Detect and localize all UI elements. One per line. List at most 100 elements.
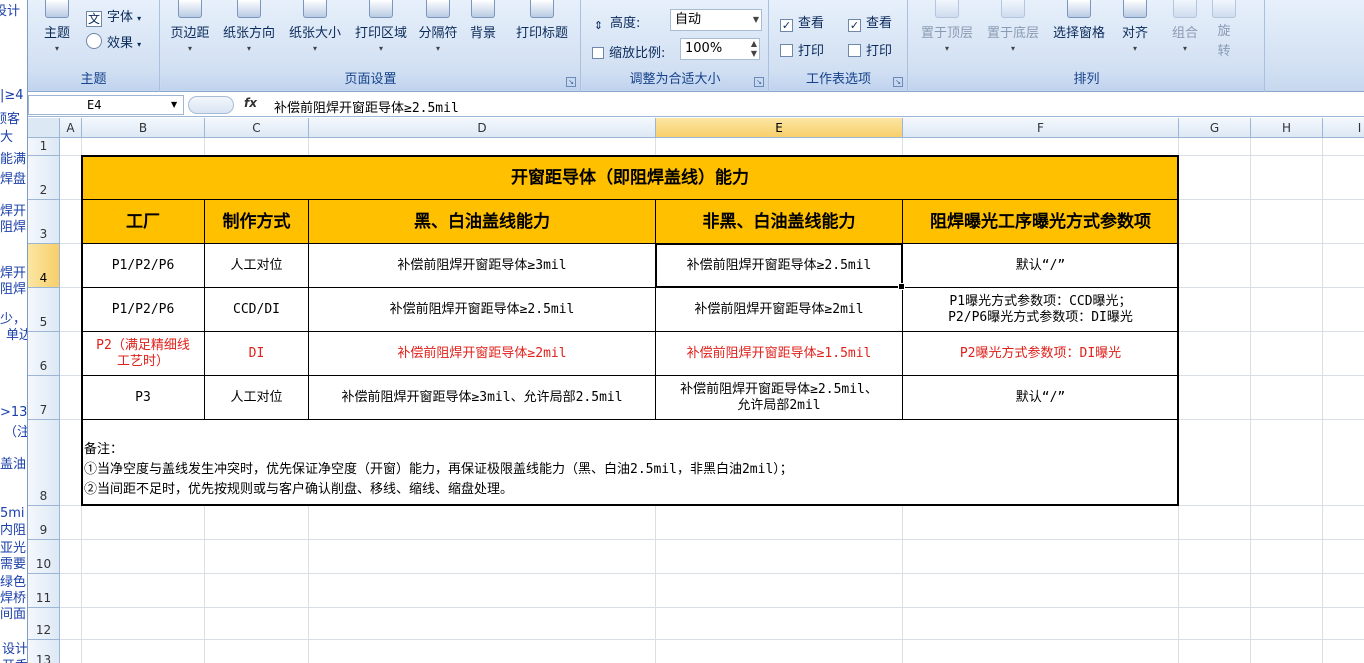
- table-cell[interactable]: 人工对位: [205, 244, 309, 288]
- column-header-b[interactable]: B: [82, 118, 205, 138]
- table-cell[interactable]: 补偿前阻焊开窗距导体≥3mil: [309, 244, 656, 288]
- scale-to-fit-launcher-icon[interactable]: ↘: [754, 77, 764, 87]
- margins-label: 页边距: [170, 26, 210, 41]
- row-header-2[interactable]: 2: [28, 156, 60, 200]
- table-cell[interactable]: DI: [205, 332, 309, 376]
- clipped-text-fragment: |≥4: [0, 88, 24, 103]
- table-cell[interactable]: P2（满足精细线 工艺时）: [82, 332, 205, 376]
- table-header-cell[interactable]: 非黑、白油盖线能力: [656, 200, 903, 244]
- row-header-6[interactable]: 6: [28, 332, 60, 376]
- orientation-button[interactable]: 纸张方向 ▾: [217, 0, 281, 70]
- page-setup-launcher-icon[interactable]: ↘: [566, 77, 576, 87]
- select-all-button[interactable]: [28, 118, 60, 138]
- bring-forward-button[interactable]: 置于顶层 ▾: [915, 0, 979, 70]
- print-titles-button[interactable]: 打印标题: [507, 0, 577, 70]
- scale-spinner[interactable]: 100% ▲ ▼: [680, 38, 760, 60]
- column-header-e[interactable]: E: [656, 118, 903, 138]
- align-button[interactable]: 对齐 ▾: [1115, 0, 1155, 70]
- send-backward-button[interactable]: 置于底层 ▾: [981, 0, 1045, 70]
- note-line: 备注：: [84, 442, 124, 457]
- group-label: 组合: [1171, 26, 1198, 41]
- print-area-icon: [369, 0, 393, 18]
- formula-input[interactable]: 补偿前阻焊开窗距导体≥2.5mil: [274, 97, 459, 116]
- row-header-7[interactable]: 7: [28, 376, 60, 420]
- table-cell[interactable]: 默认“/”: [903, 244, 1179, 288]
- sheet-options-launcher-icon[interactable]: ↘: [893, 77, 903, 87]
- table-header-cell[interactable]: 黑、白油盖线能力: [309, 200, 656, 244]
- table-header-cell[interactable]: 工厂: [82, 200, 205, 244]
- column-header-g[interactable]: G: [1179, 118, 1251, 138]
- column-header-i[interactable]: I: [1323, 118, 1364, 138]
- row-header-10[interactable]: 10: [28, 540, 60, 574]
- arrange-group-label: 排列: [909, 70, 1264, 90]
- table-cell[interactable]: P1曝光方式参数项：CCD曝光； P2/P6曝光方式参数项：DI曝光: [903, 288, 1179, 332]
- themes-button[interactable]: 主题 ▾: [34, 0, 80, 70]
- breaks-button[interactable]: 分隔符 ▾: [413, 0, 463, 70]
- send-backward-icon: [1001, 0, 1025, 18]
- margins-icon: [178, 0, 202, 18]
- gridlines-view-checkbox[interactable]: ✓ 查看: [780, 12, 824, 32]
- table-cell[interactable]: 补偿前阻焊开窗距导体≥2.5mil: [309, 288, 656, 332]
- column-header-h[interactable]: H: [1251, 118, 1323, 138]
- formula-bar-splitter[interactable]: [188, 96, 234, 114]
- themes-label: 主题: [43, 26, 70, 41]
- group-button[interactable]: 组合 ▾: [1165, 0, 1205, 70]
- headings-print-checkbox[interactable]: 打印: [848, 40, 892, 59]
- breaks-icon: [426, 0, 450, 18]
- row-header-9[interactable]: 9: [28, 506, 60, 540]
- effects-button[interactable]: 效果 ▾: [86, 32, 141, 51]
- table-cell[interactable]: 补偿前阻焊开窗距导体≥1.5mil: [656, 332, 903, 376]
- table-cell[interactable]: 补偿前阻焊开窗距导体≥2.5mil: [656, 244, 903, 288]
- height-select[interactable]: 自动 ▼: [670, 9, 762, 31]
- table-cell[interactable]: 补偿前阻焊开窗距导体≥2.5mil、 允许局部2mil: [656, 376, 903, 420]
- name-box[interactable]: E4: [28, 95, 184, 115]
- spinner-arrows-icon[interactable]: ▲ ▼: [751, 39, 757, 59]
- row-header-4[interactable]: 4: [28, 244, 60, 288]
- table-cell[interactable]: CCD/DI: [205, 288, 309, 332]
- paper-size-icon: [303, 0, 327, 18]
- table-cell[interactable]: P1/P2/P6: [82, 244, 205, 288]
- chevron-down-icon[interactable]: ▼: [171, 100, 177, 109]
- table-cell[interactable]: 补偿前阻焊开窗距导体≥2mil: [656, 288, 903, 332]
- column-header-d[interactable]: D: [309, 118, 656, 138]
- breaks-label: 分隔符: [418, 26, 458, 41]
- row-header-12[interactable]: 12: [28, 608, 60, 640]
- table-header-cell[interactable]: 制作方式: [205, 200, 309, 244]
- table-title-cell[interactable]: 开窗距导体（即阻焊盖线）能力: [82, 156, 1179, 200]
- table-cell[interactable]: P1/P2/P6: [82, 288, 205, 332]
- gridlines-view-label: 查看: [798, 16, 825, 31]
- headings-view-checkbox[interactable]: ✓ 查看: [848, 12, 892, 32]
- insert-function-icon[interactable]: fx: [244, 96, 257, 110]
- row-header-5[interactable]: 5: [28, 288, 60, 332]
- table-cell[interactable]: P3: [82, 376, 205, 420]
- size-label: 纸张大小: [288, 26, 341, 41]
- column-header-a[interactable]: A: [60, 118, 82, 138]
- table-cell[interactable]: 补偿前阻焊开窗距导体≥2mil: [309, 332, 656, 376]
- background-button[interactable]: 背景: [463, 0, 503, 70]
- row-header-8[interactable]: 8: [28, 420, 60, 506]
- gridlines-print-checkbox[interactable]: 打印: [780, 40, 824, 59]
- column-header-c[interactable]: C: [205, 118, 309, 138]
- table-cell[interactable]: 默认“/”: [903, 376, 1179, 420]
- table-cell[interactable]: P2曝光方式参数项：DI曝光: [903, 332, 1179, 376]
- chevron-down-icon: ▾: [1010, 44, 1015, 53]
- row-header-11[interactable]: 11: [28, 574, 60, 608]
- clipped-text-fragment: 间面: [0, 607, 27, 622]
- worksheet-grid[interactable]: A B C D E F G H I 1 2 3 4 5 6 7 8 9 10 11 12 13 开窗距导体（即阻焊盖线）能力…: [28, 118, 1364, 663]
- fonts-button[interactable]: 文字体 ▾: [86, 6, 141, 27]
- row-header-13[interactable]: 13: [28, 640, 60, 663]
- table-header-cell[interactable]: 阻焊曝光工序曝光方式参数项: [903, 200, 1179, 244]
- selection-pane-button[interactable]: 选择窗格: [1047, 0, 1111, 70]
- checkbox-unchecked-icon: [848, 44, 861, 57]
- print-area-button[interactable]: 打印区域 ▾: [349, 0, 413, 70]
- print-area-label: 打印区域: [354, 26, 407, 41]
- orientation-icon: [237, 0, 261, 18]
- row-header-1[interactable]: 1: [28, 138, 60, 156]
- size-button[interactable]: 纸张大小 ▾: [283, 0, 347, 70]
- table-cell[interactable]: 人工对位: [205, 376, 309, 420]
- table-cell[interactable]: 补偿前阻焊开窗距导体≥3mil、允许局部2.5mil: [309, 376, 656, 420]
- row-header-3[interactable]: 3: [28, 200, 60, 244]
- column-header-f[interactable]: F: [903, 118, 1179, 138]
- margins-button[interactable]: 页边距 ▾: [165, 0, 215, 70]
- rotate-button[interactable]: 旋转: [1209, 0, 1239, 70]
